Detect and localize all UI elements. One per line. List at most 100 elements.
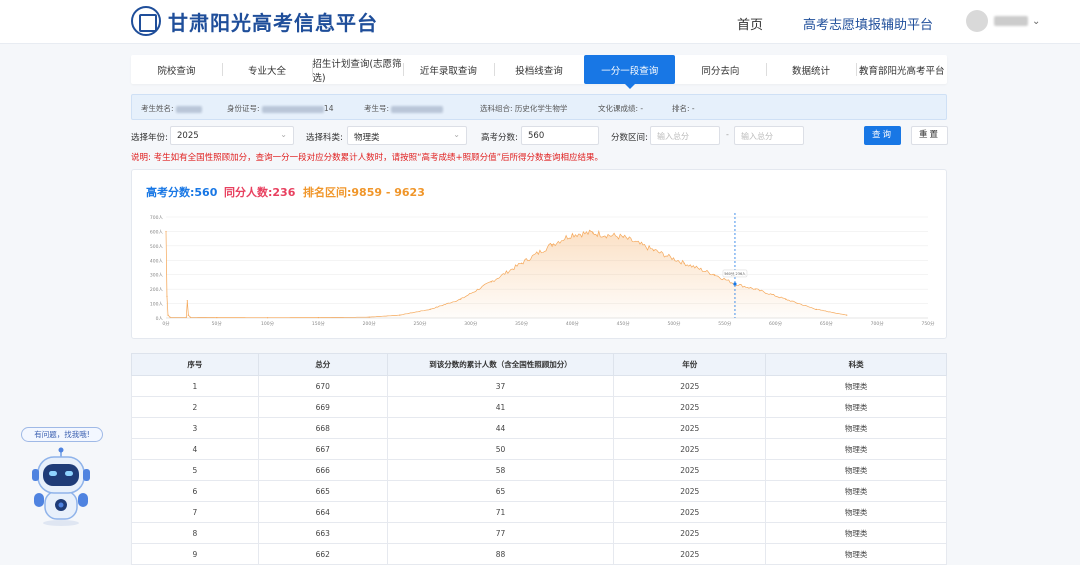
nav-home-link[interactable]: 首页: [737, 14, 763, 33]
chevron-down-icon: ⌄: [280, 130, 287, 139]
y-tick-label: 600人: [150, 229, 164, 235]
score-label: 高考分数:: [481, 133, 518, 143]
score-input[interactable]: 560: [521, 126, 599, 145]
table-cell: 8: [131, 522, 259, 544]
data-point: [267, 317, 269, 319]
data-point: [714, 274, 716, 276]
query-button[interactable]: 查询: [864, 126, 901, 145]
y-tick-label: 200人: [150, 287, 164, 293]
table-row[interactable]: 2 669 41 2025 物理类: [131, 396, 947, 418]
tab-4[interactable]: 投档线查询: [493, 55, 585, 84]
table-row[interactable]: 6 665 65 2025 物理类: [131, 480, 947, 502]
score-distribution-chart[interactable]: 0人100人200人300人400人500人600人700人0分 50分 100分 1…: [132, 170, 948, 340]
table-cell: 670: [257, 375, 388, 397]
table-cell: 663: [257, 522, 388, 544]
x-tick-label: 650分: [820, 320, 834, 327]
table-row[interactable]: 1 670 37 2025 物理类: [131, 375, 947, 397]
year-value: 2025: [177, 131, 199, 141]
student-id: 身份证号: 14: [227, 103, 333, 114]
x-tick-label: 550分: [718, 320, 732, 327]
nav-assist-link[interactable]: 高考志愿填报辅助平台: [803, 14, 933, 33]
data-point: [185, 316, 187, 318]
table-cell: 物理类: [765, 501, 947, 523]
tab-3[interactable]: 近年录取查询: [403, 55, 494, 84]
table-cell: 44: [386, 417, 615, 439]
table-row[interactable]: 3 668 44 2025 物理类: [131, 417, 947, 439]
table-cell: 1: [131, 375, 259, 397]
table-cell: 668: [257, 417, 388, 439]
data-point: [317, 316, 319, 319]
subject-value: 物理类: [354, 133, 380, 143]
range-min-input[interactable]: 输入总分: [650, 126, 720, 145]
range-min-placeholder: 输入总分: [657, 132, 689, 141]
y-tick-label: 700人: [150, 215, 164, 221]
year-label: 选择年份:: [131, 133, 168, 143]
table-row[interactable]: 7 664 71 2025 物理类: [131, 501, 947, 523]
y-tick-label: 100人: [150, 302, 164, 308]
x-tick-label: 700分: [871, 320, 885, 327]
range-max-placeholder: 输入总分: [741, 132, 773, 141]
tab-2[interactable]: 招生计划查询(志愿筛选): [312, 55, 403, 84]
site-logo[interactable]: 甘肃阳光高考信息平台: [131, 6, 378, 36]
tab-5[interactable]: 一分一段查询: [584, 55, 676, 89]
x-tick-label: 50分: [212, 320, 223, 327]
data-point: [165, 230, 167, 233]
year-select[interactable]: 2025 ⌄: [170, 126, 294, 145]
data-point: [186, 300, 188, 302]
culture-score: 文化课成绩: -: [598, 104, 644, 113]
main-tabs: 院校查询 专业大全 招生计划查询(志愿筛选) 近年录取查询 投档线查询 一分一段查询 同分去…: [131, 55, 947, 89]
robot-assistant-icon[interactable]: [28, 447, 94, 527]
table-cell: 物理类: [765, 522, 947, 544]
table-row[interactable]: 9 662 88 2025 物理类: [131, 543, 947, 565]
table-cell: 664: [257, 501, 388, 523]
tab-7[interactable]: 数据统计: [765, 55, 857, 84]
table-cell: 71: [386, 501, 615, 523]
table-header-cell: 到该分数的累计人数（含全国性照顾加分）: [386, 353, 615, 376]
table-row[interactable]: 4 667 50 2025 物理类: [131, 438, 947, 460]
tab-8[interactable]: 教育部阳光高考平台: [856, 55, 947, 84]
range-max-input[interactable]: 输入总分: [734, 126, 804, 145]
rank-info: 排名: -: [672, 104, 695, 113]
tab-1[interactable]: 专业大全: [221, 55, 313, 84]
data-point: [653, 249, 655, 251]
data-point: [551, 243, 553, 246]
subject-select[interactable]: 物理类 ⌄: [347, 126, 467, 145]
tab-0[interactable]: 院校查询: [131, 55, 222, 84]
table-header-cell: 年份: [613, 353, 767, 376]
data-point: [216, 316, 218, 319]
notice-text: 说明: 考生如有全国性照顾加分，查询一分一段对应分数累计人数时，请按照“高考成绩…: [131, 153, 604, 163]
y-tick-label: 400人: [150, 258, 164, 264]
user-menu[interactable]: ⌄: [966, 10, 1040, 32]
chevron-down-icon: ⌄: [1032, 15, 1041, 27]
data-point: [167, 314, 169, 316]
score-value: 560: [528, 131, 545, 141]
name-label: 考生姓名:: [141, 104, 174, 113]
x-tick-label: 100分: [261, 320, 275, 327]
data-point: [592, 232, 594, 234]
x-tick-label: 600分: [769, 320, 783, 327]
subject-combo: 选科组合: 历史化学生物学: [480, 104, 568, 113]
table-cell: 41: [386, 396, 615, 418]
reset-button[interactable]: 重置: [911, 126, 948, 145]
x-tick-label: 450分: [617, 320, 631, 327]
exam-no-label: 考生号:: [364, 104, 390, 113]
tab-6[interactable]: 同分去向: [675, 55, 766, 84]
avatar: [966, 10, 988, 32]
table-cell: 5: [131, 459, 259, 481]
table-cell: 物理类: [765, 417, 947, 439]
help-bubble[interactable]: 有问题，找我哦!: [21, 427, 103, 442]
marker-point: [733, 282, 737, 286]
table-cell: 65: [386, 480, 615, 502]
table-header-row: 序号 总分 到该分数的累计人数（含全国性照顾加分） 年份 科类: [131, 353, 947, 376]
table-row[interactable]: 5 666 58 2025 物理类: [131, 459, 947, 481]
x-tick-label: 750分: [921, 320, 935, 327]
y-tick-label: 500人: [150, 244, 164, 250]
table-cell: 2025: [613, 438, 767, 460]
table-row[interactable]: 8 663 77 2025 物理类: [131, 522, 947, 544]
table-cell: 物理类: [765, 543, 947, 565]
data-point: [429, 308, 431, 310]
x-tick-label: 250分: [413, 320, 427, 327]
x-tick-label: 300分: [464, 320, 478, 327]
data-point: [785, 298, 787, 300]
table-cell: 2025: [613, 375, 767, 397]
